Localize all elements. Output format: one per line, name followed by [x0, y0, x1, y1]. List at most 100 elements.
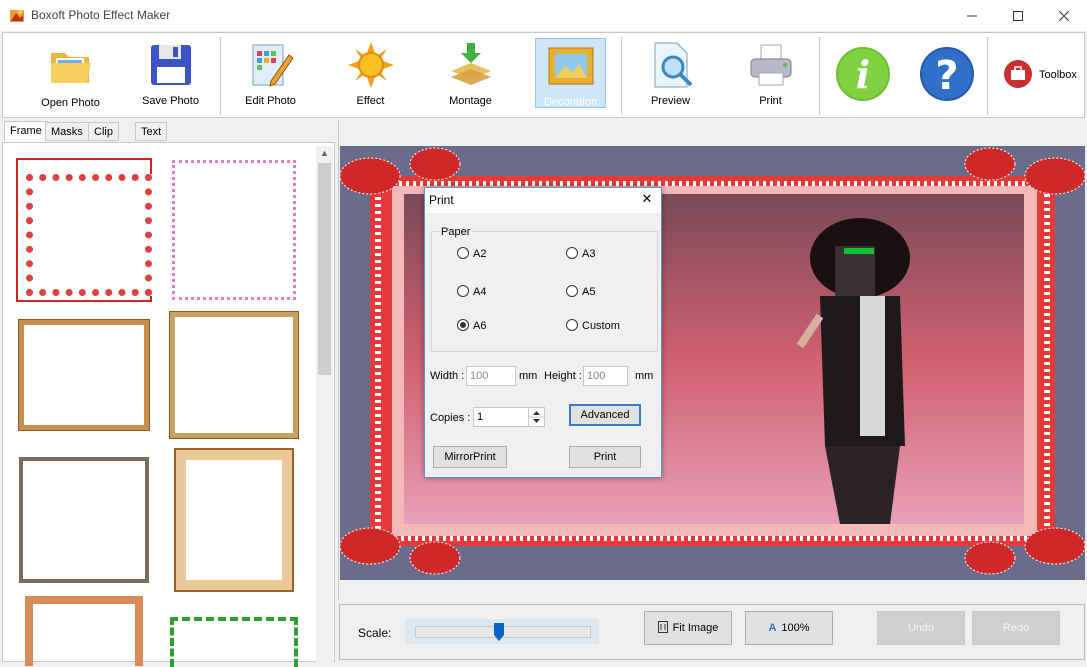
print-button[interactable]: Print: [723, 33, 818, 117]
zoom-100-button[interactable]: A 100%: [745, 611, 833, 645]
printer-icon: [747, 41, 795, 89]
radio-a3-label: A3: [582, 248, 595, 260]
radio-a2[interactable]: [457, 247, 469, 259]
frame-thumbnail[interactable]: [25, 596, 143, 666]
floppy-disk-icon: [147, 41, 195, 89]
close-button[interactable]: [1041, 0, 1087, 31]
toolbar-divider: [621, 37, 622, 115]
scale-slider[interactable]: [405, 619, 599, 644]
toolbox-label: Toolbox: [1039, 69, 1077, 81]
radio-a4[interactable]: [457, 285, 469, 297]
picture-frame-icon: [547, 42, 595, 90]
effect-label: Effect: [323, 95, 418, 107]
scrollbar-thumb[interactable]: [318, 163, 331, 375]
stepper-arrows-icon[interactable]: [528, 408, 544, 426]
radio-a6-label: A6: [473, 320, 486, 332]
maximize-icon: [1013, 8, 1023, 24]
open-photo-label: Open Photo: [23, 97, 118, 109]
toolbar-divider: [987, 37, 988, 115]
frame-thumbnail[interactable]: [170, 617, 298, 667]
mirror-print-button[interactable]: MirrorPrint: [433, 446, 507, 468]
montage-icon: [447, 41, 495, 89]
frame-thumbnail[interactable]: [170, 312, 298, 438]
scroll-up-arrow-icon[interactable]: ▲: [316, 146, 333, 161]
width-unit: mm: [519, 370, 537, 382]
tab-clip-art[interactable]: Clip Art: [88, 122, 119, 141]
help-button[interactable]: ?: [915, 33, 979, 117]
frame-thumbnail[interactable]: [19, 320, 149, 430]
app-logo-icon: [9, 7, 25, 23]
open-photo-button[interactable]: Open Photo: [23, 33, 118, 117]
radio-a5[interactable]: [566, 285, 578, 297]
save-photo-button[interactable]: Save Photo: [123, 33, 218, 117]
fit-image-icon: [658, 621, 668, 636]
edit-photo-button[interactable]: Edit Photo: [223, 33, 318, 117]
radio-a3[interactable]: [566, 247, 578, 259]
tab-frame[interactable]: Frame: [4, 121, 48, 142]
folder-icon: [47, 41, 95, 89]
toolbox-button[interactable]: Toolbox: [997, 33, 1083, 117]
zoom-100-label: 100%: [781, 622, 809, 634]
radio-a2-label: A2: [473, 248, 486, 260]
montage-button[interactable]: Montage: [423, 33, 518, 117]
minimize-icon: [967, 8, 977, 24]
preview-label: Preview: [623, 95, 718, 107]
copies-label: Copies :: [430, 412, 470, 424]
slider-thumb[interactable]: [494, 623, 504, 641]
frame-thumbnail[interactable]: [172, 160, 296, 300]
radio-custom-label: Custom: [582, 320, 620, 332]
dialog-close-icon[interactable]: ✕: [637, 191, 657, 209]
tab-masks[interactable]: Masks: [45, 122, 89, 141]
help-icon: ?: [919, 46, 975, 102]
toolbar-divider: [819, 37, 820, 115]
zoom-icon: A: [768, 622, 776, 634]
edit-photo-label: Edit Photo: [223, 95, 318, 107]
minimize-button[interactable]: [949, 0, 995, 31]
dialog-print-button[interactable]: Print: [569, 446, 641, 468]
frame-thumbnail[interactable]: [176, 450, 292, 590]
maximize-button[interactable]: [995, 0, 1041, 31]
width-input[interactable]: 100: [466, 366, 516, 386]
fit-image-label: Fit Image: [673, 622, 719, 634]
copies-value: 1: [477, 411, 483, 423]
dialog-title: Print: [429, 193, 454, 207]
preview-button[interactable]: Preview: [623, 33, 718, 117]
info-icon: i: [835, 46, 891, 102]
montage-label: Montage: [423, 95, 518, 107]
radio-a6[interactable]: [457, 319, 469, 331]
edit-photo-icon: [247, 41, 295, 89]
window-title: Boxoft Photo Effect Maker: [31, 8, 170, 22]
decoration-label: Decoration: [536, 96, 605, 108]
save-photo-label: Save Photo: [123, 95, 218, 107]
undo-button[interactable]: Undo: [877, 611, 965, 645]
redo-button[interactable]: Redo: [972, 611, 1060, 645]
close-icon: [1059, 8, 1069, 24]
height-unit: mm: [635, 370, 653, 382]
svg-text:?: ?: [935, 53, 958, 99]
sun-icon: [347, 41, 395, 89]
scale-label: Scale:: [358, 626, 391, 640]
dialog-title-bar: [425, 188, 661, 213]
advanced-button[interactable]: Advanced: [569, 404, 641, 426]
frame-thumbnail-selected[interactable]: [16, 158, 152, 302]
height-input[interactable]: 100: [583, 366, 628, 386]
radio-a5-label: A5: [582, 286, 595, 298]
width-label: Width :: [430, 370, 464, 382]
tab-text[interactable]: Text: [135, 122, 167, 141]
paper-group-label: Paper: [439, 226, 472, 238]
print-label: Print: [723, 95, 818, 107]
info-button[interactable]: i: [831, 33, 895, 117]
radio-custom[interactable]: [566, 319, 578, 331]
frame-thumbnail[interactable]: [19, 457, 149, 583]
svg-text:i: i: [856, 52, 870, 97]
magnifier-document-icon: [647, 41, 695, 89]
radio-a4-label: A4: [473, 286, 486, 298]
frame-preview: [26, 174, 152, 296]
height-label: Height :: [544, 370, 582, 382]
fit-image-button[interactable]: Fit Image: [644, 611, 732, 645]
decoration-button[interactable]: Decoration: [535, 38, 606, 108]
toolbox-icon: [1003, 59, 1033, 89]
effect-button[interactable]: Effect: [323, 33, 418, 117]
toolbar-divider: [220, 37, 221, 115]
main-toolbar: Open Photo Save Photo Edit Photo Effect …: [2, 32, 1085, 118]
